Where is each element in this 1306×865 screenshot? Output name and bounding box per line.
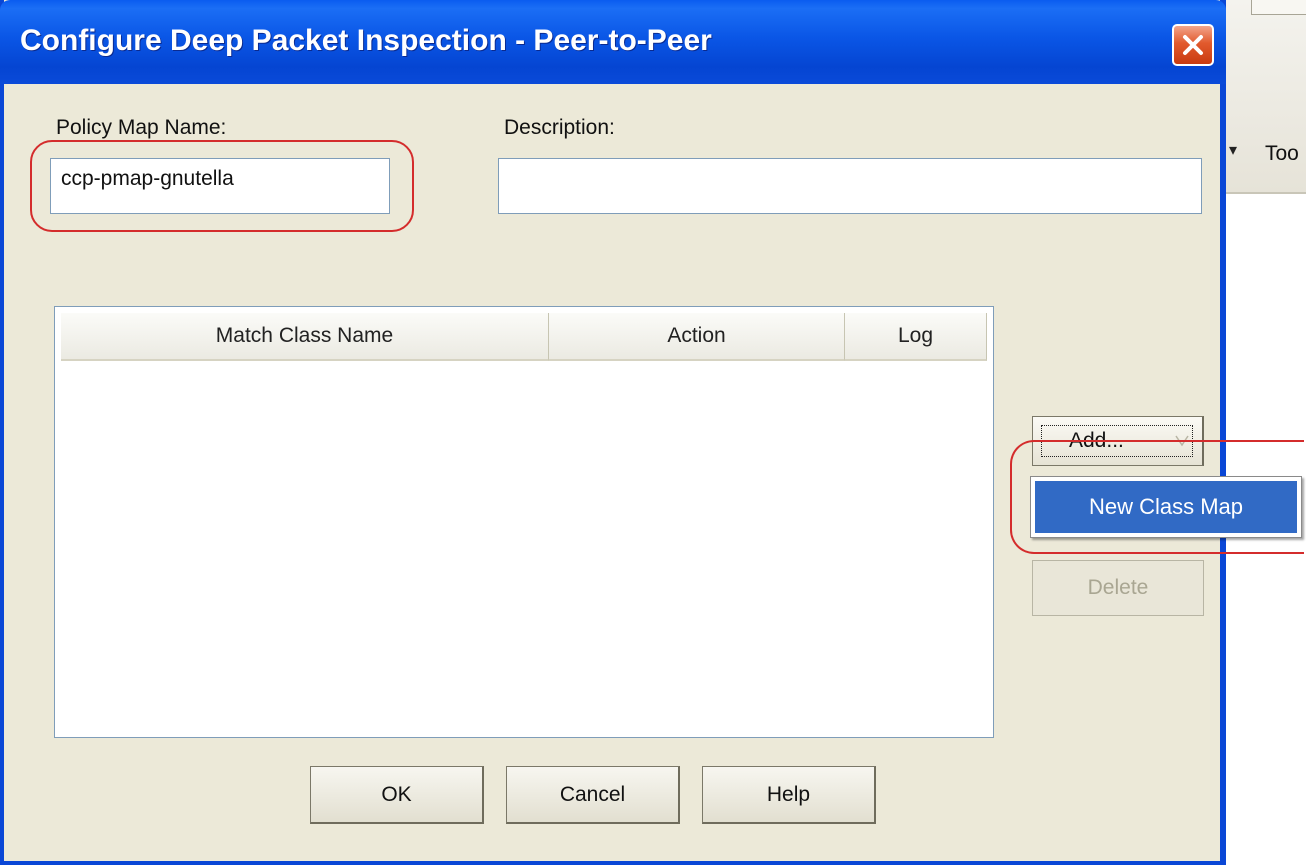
background-app-window: ▾ Too <box>1220 0 1306 865</box>
cancel-button[interactable]: Cancel <box>506 766 680 824</box>
configure-dpi-dialog: Configure Deep Packet Inspection - Peer-… <box>0 0 1226 865</box>
column-header-match-class-name[interactable]: Match Class Name <box>61 313 549 361</box>
add-menu-highlight-annotation <box>1010 440 1304 554</box>
background-tab-edge <box>1251 0 1306 15</box>
toolbar-chevron-icon[interactable]: ▾ <box>1229 140 1237 160</box>
column-header-log[interactable]: Log <box>845 313 987 361</box>
toolbar-tools-label[interactable]: Too <box>1265 142 1299 166</box>
table-header: Match Class Name Action Log <box>61 313 987 361</box>
match-class-table[interactable]: Match Class Name Action Log <box>54 306 994 738</box>
description-label: Description: <box>504 116 615 139</box>
policy-map-name-label: Policy Map Name: <box>56 116 227 139</box>
dialog-title: Configure Deep Packet Inspection - Peer-… <box>20 24 712 57</box>
help-button[interactable]: Help <box>702 766 876 824</box>
ok-button[interactable]: OK <box>310 766 484 824</box>
column-header-action[interactable]: Action <box>549 313 845 361</box>
delete-button[interactable]: Delete <box>1032 560 1204 616</box>
policy-map-highlight-annotation <box>30 140 414 232</box>
screen: ▾ Too Configure Deep Packet Inspection -… <box>0 0 1306 865</box>
dialog-titlebar[interactable]: Configure Deep Packet Inspection - Peer-… <box>0 0 1226 84</box>
close-button[interactable] <box>1172 24 1214 66</box>
close-icon <box>1183 35 1203 55</box>
description-field[interactable] <box>498 158 1202 214</box>
background-toolbar: ▾ Too <box>1220 0 1306 194</box>
